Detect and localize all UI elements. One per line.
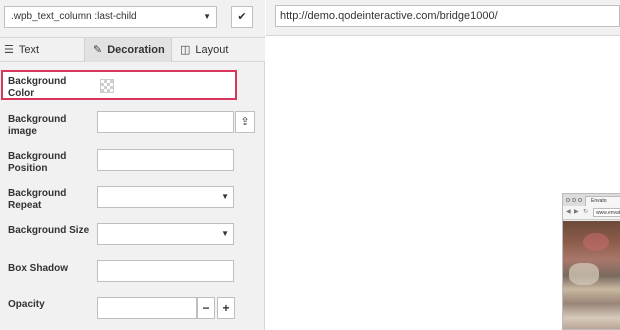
mini-tab: Envato [585,196,620,206]
back-icon: ◀ [566,209,571,215]
upload-icon: ⇪ [240,116,250,128]
lines-icon: ☰ [4,44,14,56]
tab-text-label: Text [18,44,40,56]
background-image-input[interactable] [97,111,234,133]
css-selector-dropdown[interactable]: .wpb_text_column :last-child ▼ [4,6,217,28]
opacity-decrease-button[interactable]: − [197,297,215,319]
address-bar-area: http://demo.qodeinteractive.com/bridge10… [266,0,620,36]
forward-icon: ▶ [574,209,579,215]
mini-image-detail [583,233,609,251]
mini-navbar: ◀ ▶ ↻ www.envato [563,206,620,220]
eyedropper-icon: ✎ [93,44,103,56]
mini-titlebar: Envato [563,194,620,206]
css-selector-value: .wpb_text_column :last-child [11,11,137,22]
tab-decoration-label: Decoration [107,44,165,56]
checkmark-icon: ✔ [237,11,247,23]
box-shadow-input[interactable] [97,260,234,282]
background-size-select[interactable]: ▼ [97,223,234,245]
selector-bar: .wpb_text_column :last-child ▼ ✔ [0,0,265,36]
tab-text[interactable]: ☰ Text [0,38,84,62]
apply-selector-button[interactable]: ✔ [231,6,253,28]
mini-url: www.envato [593,208,620,217]
mini-page-image [563,221,620,329]
background-image-label: Background image [8,114,67,137]
chevron-down-icon: ▼ [221,229,229,238]
upload-button[interactable]: ⇪ [235,111,255,133]
background-repeat-label: Background Repeat [8,188,67,211]
preview-thumbnail: Envato ◀ ▶ ↻ www.envato [562,193,620,330]
plus-icon: + [222,301,230,315]
tab-bar: ☰ Text ✎ Decoration ◫ Layout [0,37,265,62]
background-color-row: Background Color [1,70,237,100]
background-position-label: Background Position [8,151,67,174]
background-position-input[interactable] [97,149,234,171]
chevron-down-icon: ▼ [203,12,211,21]
tab-decoration[interactable]: ✎ Decoration [84,38,172,62]
tab-layout-label: Layout [195,44,229,56]
reload-icon: ↻ [583,209,589,215]
chevron-down-icon: ▼ [221,192,229,201]
minus-icon: − [202,301,210,315]
opacity-increase-button[interactable]: + [217,297,235,319]
mini-image-detail [569,263,599,285]
background-color-swatch[interactable] [100,79,114,93]
opacity-label: Opacity [8,299,45,310]
style-editor-panel: .wpb_text_column :last-child ▼ ✔ ☰ Text ✎… [0,0,265,330]
window-dot-icon [566,198,570,202]
tab-layout[interactable]: ◫ Layout [176,38,265,62]
window-dot-icon [572,198,576,202]
background-size-label: Background Size [8,225,90,236]
opacity-input[interactable] [97,297,197,319]
box-shadow-label: Box Shadow [8,263,69,274]
columns-icon: ◫ [180,44,191,56]
url-input[interactable]: http://demo.qodeinteractive.com/bridge10… [275,5,620,27]
background-color-label: Background Color [8,76,67,99]
window-dot-icon [578,198,582,202]
background-repeat-select[interactable]: ▼ [97,186,234,208]
